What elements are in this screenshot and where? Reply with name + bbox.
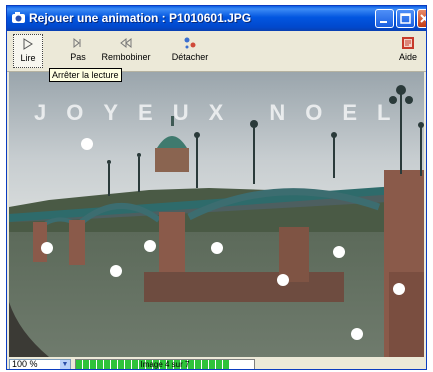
detach-icon	[184, 37, 196, 49]
tooltip: Arrêter la lecture	[49, 68, 122, 82]
step-icon	[73, 37, 81, 49]
help-button[interactable]: Aide	[395, 34, 421, 68]
animation-image: JOYEUX NOEL	[9, 72, 424, 357]
pier-5-base	[389, 272, 424, 357]
minimize-icon	[380, 21, 387, 23]
pier-2	[69, 220, 85, 265]
rewind-button[interactable]: Rembobiner	[101, 34, 151, 68]
image-caption: JOYEUX NOEL	[34, 100, 411, 125]
pier-base	[144, 272, 344, 302]
camera-icon	[12, 12, 25, 23]
progress-text: Image 4 sur 7	[140, 360, 190, 369]
step-label: Pas	[70, 52, 86, 62]
play-label: Lire	[20, 53, 36, 63]
step-button[interactable]: Pas	[65, 34, 91, 68]
title-bar[interactable]: Rejouer une animation : P1010601.JPG	[7, 6, 426, 31]
close-icon	[420, 14, 426, 23]
pier-3	[159, 212, 185, 282]
play-button[interactable]: Lire	[13, 34, 43, 68]
detach-label: Détacher	[171, 52, 209, 62]
help-icon	[402, 37, 414, 49]
rewind-icon	[120, 37, 132, 49]
pier-4	[279, 227, 309, 282]
window-title: Rejouer une animation : P1010601.JPG	[29, 11, 252, 25]
dome-building	[155, 148, 189, 172]
zoom-select[interactable]: 100 % ▼	[9, 359, 71, 369]
zoom-value: 100 %	[12, 359, 38, 369]
toolbar: Lire Pas Rembobiner Détacher Aide	[7, 31, 426, 72]
maximize-icon	[400, 13, 411, 24]
minimize-button[interactable]	[375, 9, 394, 28]
chevron-down-icon[interactable]: ▼	[60, 360, 70, 369]
progress-bar: Image 4 sur 7	[75, 359, 255, 369]
detach-button[interactable]: Détacher	[167, 34, 213, 68]
animation-window: Rejouer une animation : P1010601.JPG Lir…	[6, 5, 427, 370]
status-bar: 100 % ▼ Image 4 sur 7	[7, 358, 426, 369]
maximize-button[interactable]	[396, 9, 415, 28]
pier-1	[33, 222, 47, 262]
rewind-label: Rembobiner	[101, 52, 151, 62]
close-button[interactable]	[417, 9, 426, 28]
help-label: Aide	[398, 52, 417, 62]
play-icon	[23, 38, 33, 50]
